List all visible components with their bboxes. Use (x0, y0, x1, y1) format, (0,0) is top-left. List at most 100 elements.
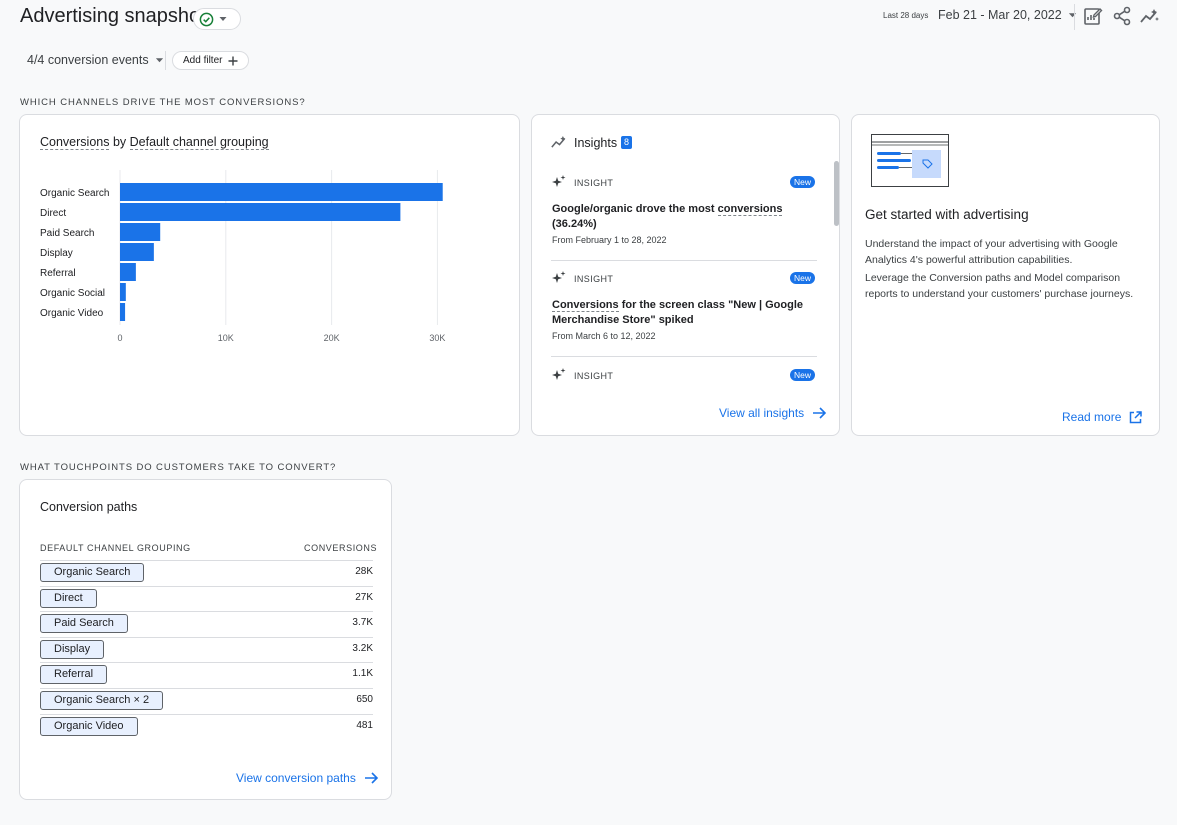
insight-text: Conversions for the screen class "New | … (552, 298, 822, 328)
bar[interactable] (120, 303, 126, 321)
metric-selector[interactable]: Conversions (40, 135, 110, 150)
insight-date: From March 6 to 12, 2022 (552, 331, 656, 341)
bar[interactable] (120, 263, 136, 281)
bar[interactable] (120, 183, 443, 201)
conversion-paths-card: Conversion paths DEFAULT CHANNEL GROUPIN… (19, 479, 392, 800)
insight-text-a: Google/organic drove the most (552, 203, 718, 215)
bar[interactable] (120, 223, 161, 241)
table-row[interactable]: Paid Search 3.7K (40, 614, 373, 634)
conversions-value: 27K (355, 591, 373, 603)
insights-trend-icon (551, 136, 566, 148)
insight-metric-link[interactable]: conversions (717, 203, 783, 216)
channel-chip: Paid Search (40, 614, 128, 634)
column-header-channel[interactable]: DEFAULT CHANNEL GROUPING (40, 543, 191, 553)
advertising-text-line: Understand the impact of your advertisin… (865, 238, 1118, 250)
advertising-text-line: Leverage the Conversion paths and Model … (865, 272, 1121, 284)
table-row[interactable]: Display 3.2K (40, 639, 373, 660)
column-header-conversions[interactable]: CONVERSIONS (304, 543, 377, 553)
channel-label: Organic Video (54, 719, 124, 732)
category-label: Referral (40, 268, 76, 279)
insight-date: From February 1 to 28, 2022 (552, 235, 667, 245)
add-filter-button[interactable]: Add filter (172, 51, 250, 70)
view-all-insights-link[interactable]: View all insights (719, 406, 827, 420)
table-row-divider (40, 585, 373, 587)
date-range-text: Feb 21 - Mar 20, 2022 (938, 8, 1062, 22)
insight-text-c: (36.24%) (552, 218, 597, 230)
section-heading-channels: WHICH CHANNELS DRIVE THE MOST CONVERSION… (20, 97, 306, 108)
sparkle-icon (552, 271, 566, 283)
insights-count-badge: 8 (621, 136, 632, 149)
channel-label: Direct (54, 591, 83, 604)
insight-item[interactable]: INSIGHT New Google/organic drove the mos… (532, 173, 832, 261)
view-conversion-paths-link[interactable]: View conversion paths (236, 771, 379, 785)
x-tick-label: 10K (218, 333, 234, 343)
insight-text-c: Merchandise Store" spiked (552, 314, 694, 326)
channel-chip: Direct (40, 588, 97, 608)
advertising-text-line: reports to understand your customers' pu… (865, 287, 1134, 300)
read-more-label: Read more (1062, 410, 1122, 424)
arrow-right-icon (813, 407, 827, 419)
add-filter-label: Add filter (183, 55, 223, 66)
table-row[interactable]: Organic Video 481 (40, 716, 373, 737)
table-row[interactable]: Organic Search 28K (40, 563, 373, 583)
new-badge: New (790, 369, 816, 381)
table-row[interactable]: Referral 1.1K (40, 665, 373, 685)
sparkle-icon (552, 368, 566, 380)
header-divider (1074, 4, 1075, 30)
insights-scrollbar[interactable] (834, 161, 839, 226)
insight-item[interactable]: INSIGHT New (532, 366, 832, 386)
x-tick-label: 20K (324, 333, 340, 343)
channel-chip: Organic Video (40, 716, 138, 736)
read-more-link[interactable]: Read more (1062, 410, 1143, 424)
conversions-value: 1.1K (352, 668, 373, 680)
insight-text: Google/organic drove the most conversion… (552, 202, 812, 232)
view-conversion-paths-label: View conversion paths (236, 771, 356, 785)
table-row-divider (40, 611, 373, 613)
table-row[interactable]: Organic Search × 2 650 (40, 691, 373, 711)
view-all-insights-label: View all insights (719, 406, 805, 420)
x-tick-label: 0 (117, 333, 122, 343)
category-label: Direct (40, 208, 66, 219)
sparkle-icon (552, 175, 566, 187)
table-row-divider (40, 688, 373, 689)
caret-down-icon (155, 57, 163, 62)
channel-repeat-count: × 2 (130, 694, 150, 706)
conversion-events-dropdown[interactable]: 4/4 conversion events (27, 53, 164, 67)
table-row[interactable]: Direct 27K (40, 588, 373, 609)
insight-item[interactable]: INSIGHT New Conversions for the screen c… (532, 269, 832, 357)
bar[interactable] (120, 203, 401, 221)
report-status-button[interactable] (193, 8, 241, 30)
conversions-by-channel-card: Conversions by Default channel grouping … (19, 114, 520, 436)
check-circle-icon (199, 12, 214, 26)
caret-down-icon (1068, 12, 1076, 17)
insight-tag: INSIGHT (574, 178, 614, 188)
bar[interactable] (120, 243, 154, 261)
insights-trend-icon[interactable] (1140, 6, 1160, 26)
open-in-new-icon (1130, 410, 1143, 423)
table-row-divider (40, 713, 373, 715)
channel-label: Organic Search (54, 566, 131, 578)
insights-card: Insights 8 INSIGHT New Google/organic dr… (531, 114, 840, 436)
conversions-value: 650 (356, 694, 373, 705)
date-preset-label: Last 28 days (883, 11, 929, 20)
new-badge: New (790, 176, 816, 188)
date-range-picker[interactable]: Feb 21 - Mar 20, 2022 (938, 8, 1077, 22)
dimension-selector[interactable]: Default channel grouping (129, 135, 269, 150)
page-title: Advertising snapshot (20, 5, 206, 27)
category-label: Organic Social (40, 288, 105, 299)
insight-divider (551, 260, 817, 261)
share-icon[interactable] (1112, 6, 1132, 26)
channel-label: Paid Search (54, 617, 114, 630)
insight-metric-link[interactable]: Conversions (552, 299, 619, 312)
table-row-divider (40, 560, 373, 561)
conversions-value: 481 (356, 719, 373, 731)
insight-tag: INSIGHT (574, 274, 614, 284)
bar[interactable] (120, 283, 126, 301)
advertising-text-line: Analytics 4's powerful attribution capab… (865, 253, 1073, 266)
chart-title: Conversions by Default channel grouping (40, 135, 269, 150)
customize-report-icon[interactable] (1083, 6, 1103, 26)
x-tick-label: 30K (429, 333, 445, 343)
insights-title: Insights (574, 136, 618, 150)
conversions-value: 28K (355, 566, 373, 577)
conversion-events-label: 4/4 conversion events (27, 53, 149, 67)
